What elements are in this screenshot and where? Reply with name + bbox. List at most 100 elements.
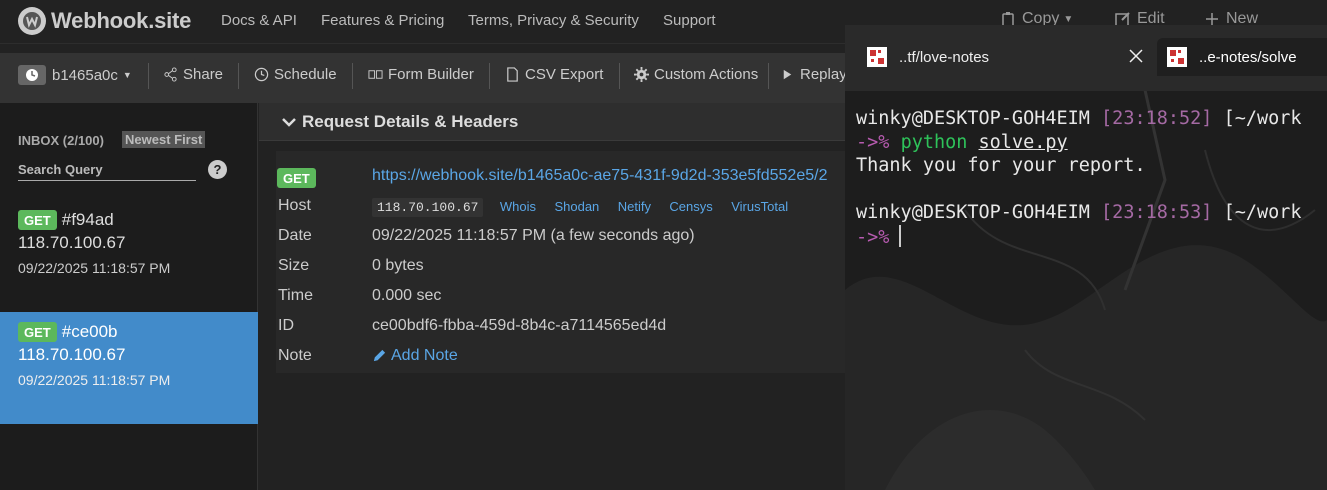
host-label: Host bbox=[278, 197, 311, 214]
size-label: Size bbox=[278, 257, 310, 274]
id-value: ce00bdf6-fbba-459d-8b4c-a7114565ed4d bbox=[372, 317, 667, 334]
token-dropdown[interactable]: b1465a0c ▼ bbox=[18, 63, 132, 87]
tab-title: ..e-notes/solve bbox=[1199, 48, 1297, 66]
request-hash: #ce00b bbox=[61, 322, 118, 341]
request-list-item-selected[interactable]: GET #ce00b 118.70.100.67 09/22/2025 11:1… bbox=[0, 312, 258, 424]
add-note-button[interactable]: Add Note bbox=[372, 347, 458, 365]
share-label: Share bbox=[183, 66, 224, 83]
date-row: Date 09/22/2025 11:18:57 PM (a few secon… bbox=[276, 222, 859, 252]
schedule-button[interactable]: Schedule bbox=[254, 66, 337, 83]
netify-link[interactable]: Netify bbox=[618, 199, 651, 214]
whois-link[interactable]: Whois bbox=[500, 199, 536, 214]
toolbar-divider bbox=[148, 63, 149, 89]
caret-down-icon: ▼ bbox=[122, 70, 132, 80]
inbox-count: INBOX (2/100) bbox=[18, 133, 104, 148]
id-row: ID ce00bdf6-fbba-459d-8b4c-a7114565ed4d bbox=[276, 312, 859, 342]
replay-label: Replay bbox=[800, 66, 847, 83]
play-icon bbox=[783, 69, 792, 80]
date-label: Date bbox=[278, 227, 312, 244]
prompt-user: winky@DESKTOP-GOH4EIM bbox=[856, 108, 1090, 129]
clock-badge-icon bbox=[18, 65, 46, 85]
virustotal-link[interactable]: VirusTotal bbox=[731, 199, 788, 214]
panel-title: Request Details & Headers bbox=[302, 112, 519, 131]
method-badge: GET bbox=[277, 168, 316, 188]
custom-actions-button[interactable]: Custom Actions bbox=[634, 66, 758, 83]
url-row: GET https://webhook.site/b1465a0c-ae75-4… bbox=[276, 162, 859, 192]
toolbar-divider bbox=[489, 63, 490, 89]
request-sidebar: INBOX (2/100) Newest First ? GET #f94ad … bbox=[0, 103, 258, 490]
request-url-link[interactable]: https://webhook.site/b1465a0c-ae75-431f-… bbox=[372, 167, 827, 185]
time-row: Time 0.000 sec bbox=[276, 282, 859, 312]
id-label: ID bbox=[278, 317, 294, 334]
details-table: GET https://webhook.site/b1465a0c-ae75-4… bbox=[276, 151, 859, 373]
request-ip: 118.70.100.67 bbox=[18, 233, 126, 252]
form-builder-label: Form Builder bbox=[388, 66, 474, 83]
text-cursor bbox=[899, 224, 902, 247]
clock-icon bbox=[254, 67, 269, 82]
webhook-logo-icon bbox=[18, 7, 46, 35]
nav-support[interactable]: Support bbox=[663, 12, 716, 29]
command-name: python bbox=[900, 131, 968, 153]
size-row: Size 0 bytes bbox=[276, 252, 859, 282]
close-icon[interactable] bbox=[1129, 49, 1143, 63]
request-list-item[interactable]: GET #f94ad 118.70.100.67 09/22/2025 11:1… bbox=[0, 200, 258, 312]
chevron-down-icon bbox=[282, 118, 296, 127]
prompt-path: [~/work bbox=[1223, 108, 1302, 129]
tab-title: ..tf/love-notes bbox=[899, 48, 990, 66]
censys-link[interactable]: Censys bbox=[669, 199, 712, 214]
details-header[interactable]: Request Details & Headers bbox=[259, 103, 859, 141]
file-icon bbox=[507, 67, 518, 82]
host-row: Host 118.70.100.67 Whois Shodan Netify C… bbox=[276, 192, 859, 222]
date-value: 09/22/2025 11:18:57 PM (a few seconds ag… bbox=[372, 227, 695, 244]
method-badge: GET bbox=[18, 210, 57, 230]
toolbar-divider bbox=[619, 63, 620, 89]
request-hash: #f94ad bbox=[61, 210, 114, 229]
request-timestamp: 09/22/2025 11:18:57 PM bbox=[18, 372, 171, 388]
add-note-label: Add Note bbox=[391, 347, 458, 364]
ubuntu-tab-icon bbox=[1167, 47, 1187, 67]
request-details-panel: Request Details & Headers GET https://we… bbox=[259, 103, 859, 490]
pencil-icon bbox=[373, 350, 386, 362]
csv-export-label: CSV Export bbox=[525, 66, 604, 83]
ubuntu-tab-icon bbox=[867, 47, 887, 67]
terminal-tab[interactable]: ..tf/love-notes bbox=[845, 38, 1157, 76]
command-arg: solve.py bbox=[978, 131, 1068, 153]
request-ip: 118.70.100.67 bbox=[18, 345, 126, 364]
sort-order-toggle[interactable]: Newest First bbox=[122, 131, 206, 148]
caret-down-icon: ▼ bbox=[1063, 13, 1074, 25]
prompt-arrow: ->% bbox=[856, 131, 890, 153]
toolbar-divider bbox=[768, 63, 769, 89]
note-label: Note bbox=[278, 347, 312, 364]
gear-icon bbox=[634, 67, 649, 82]
share-button[interactable]: Share bbox=[163, 66, 223, 83]
toolbar-divider bbox=[352, 63, 353, 89]
form-builder-button[interactable]: Form Builder bbox=[368, 66, 474, 83]
csv-export-button[interactable]: CSV Export bbox=[505, 66, 603, 83]
schedule-label: Schedule bbox=[274, 66, 337, 83]
prompt-time: [23:18:53] bbox=[1101, 202, 1213, 223]
prompt-time: [23:18:52] bbox=[1101, 108, 1213, 129]
note-row: Note Add Note bbox=[276, 342, 859, 372]
share-icon bbox=[164, 67, 177, 82]
brand[interactable]: Webhook.site bbox=[18, 7, 191, 35]
custom-actions-label: Custom Actions bbox=[654, 66, 759, 83]
time-value: 0.000 sec bbox=[372, 287, 442, 304]
command-output: Thank you for your report. bbox=[856, 155, 1146, 176]
terminal-output[interactable]: winky@DESKTOP-GOH4EIM [23:18:52] [~/work… bbox=[856, 107, 1302, 249]
brand-name: Webhook.site bbox=[51, 8, 192, 33]
host-ip: 118.70.100.67 bbox=[372, 198, 484, 217]
shodan-link[interactable]: Shodan bbox=[554, 199, 599, 214]
size-value: 0 bytes bbox=[372, 257, 424, 274]
replay-button[interactable]: Replay bbox=[780, 66, 847, 83]
request-timestamp: 09/22/2025 11:18:57 PM bbox=[18, 260, 171, 276]
token-label: b1465a0c bbox=[52, 66, 118, 84]
form-icon bbox=[368, 70, 383, 79]
help-icon[interactable]: ? bbox=[208, 160, 227, 179]
nav-features-pricing[interactable]: Features & Pricing bbox=[321, 12, 444, 29]
nav-terms-privacy[interactable]: Terms, Privacy & Security bbox=[468, 12, 639, 29]
prompt-user: winky@DESKTOP-GOH4EIM bbox=[856, 202, 1090, 223]
nav-docs-api[interactable]: Docs & API bbox=[221, 12, 297, 29]
toolbar-divider bbox=[238, 63, 239, 89]
terminal-tab-active[interactable]: ..e-notes/solve bbox=[1157, 38, 1327, 76]
search-input[interactable] bbox=[18, 158, 196, 181]
